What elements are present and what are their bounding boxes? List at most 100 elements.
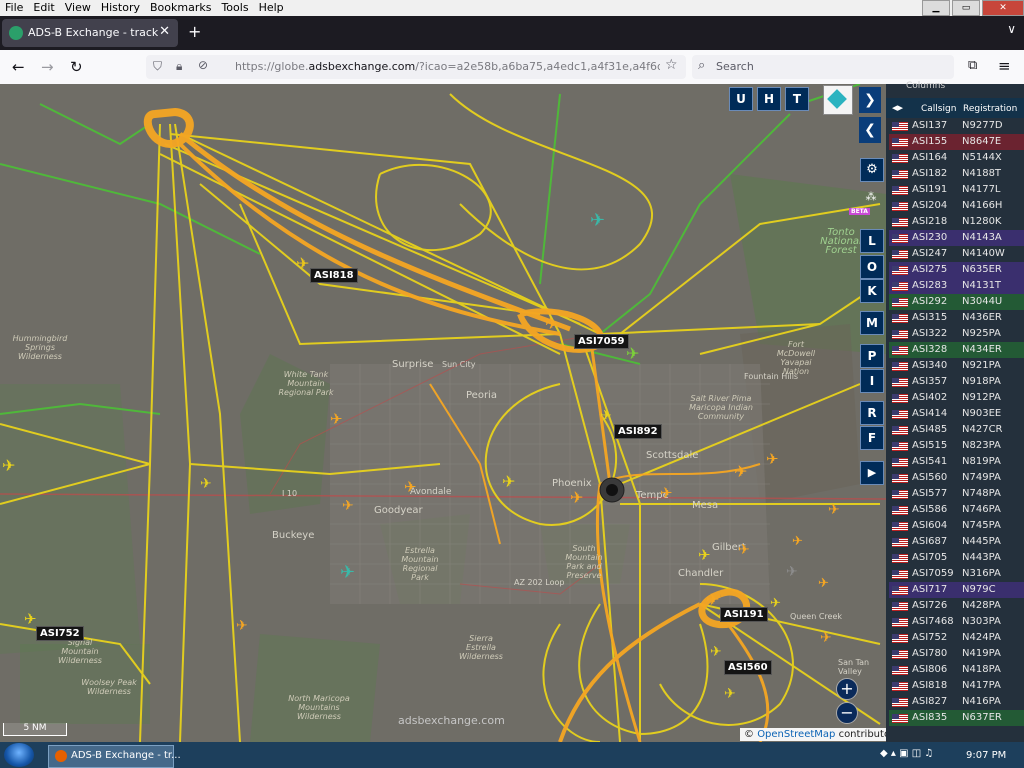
url-text[interactable]: https://globe.adsbexchange.com/?icao=a2e… (235, 60, 660, 73)
aircraft-icon[interactable]: ✈ (660, 484, 673, 502)
table-row[interactable]: ASI155 N8647E (889, 134, 1024, 150)
table-row[interactable]: ASI586 N746PA (889, 502, 1024, 518)
columns-header[interactable]: Columns (886, 81, 1024, 94)
map-button-h[interactable]: H (757, 87, 781, 111)
menu-edit[interactable]: Edit (28, 0, 59, 16)
table-row[interactable]: ASI328 N434ER (889, 342, 1024, 358)
table-row[interactable]: ASI7059 N316PA (889, 566, 1024, 582)
aircraft-icon[interactable]: ✈ (724, 686, 736, 702)
aircraft-icon[interactable]: ✈ (770, 596, 781, 611)
aircraft-icon[interactable]: ✈ (570, 488, 583, 507)
table-row[interactable]: ASI485 N427CR (889, 422, 1024, 438)
table-row[interactable]: ASI414 N903EE (889, 406, 1024, 422)
aircraft-icon[interactable]: ✈ (340, 562, 355, 583)
menu-file[interactable]: File (0, 0, 28, 16)
aircraft-icon[interactable]: ✈ (342, 498, 354, 514)
openstreetmap-link[interactable]: OpenStreetMap (757, 729, 835, 740)
close-tab-icon[interactable]: ✕ (159, 24, 170, 39)
table-row[interactable]: ASI230 N4143A (889, 230, 1024, 246)
menu-help[interactable]: Help (254, 0, 289, 16)
aircraft-icon[interactable]: ✈ (706, 590, 719, 609)
map-button-f[interactable]: F (860, 426, 884, 450)
reload-button[interactable]: ↻ (70, 58, 83, 76)
permissions-icon[interactable]: ⊘ (198, 58, 208, 72)
table-row[interactable]: ASI322 N925PA (889, 326, 1024, 342)
table-row[interactable]: ASI752 N424PA (889, 630, 1024, 646)
layers-icon[interactable] (823, 85, 853, 115)
menu-view[interactable]: View (60, 0, 96, 16)
aircraft-icon[interactable]: ✈ (828, 502, 840, 518)
table-row[interactable]: ASI827 N416PA (889, 694, 1024, 710)
table-row[interactable]: ASI541 N819PA (889, 454, 1024, 470)
aircraft-icon[interactable]: ✈ (766, 450, 779, 468)
extensions-icon[interactable]: ⧉ (968, 58, 977, 73)
table-row[interactable]: ASI577 N748PA (889, 486, 1024, 502)
table-row[interactable]: ASI780 N419PA (889, 646, 1024, 662)
aircraft-icon[interactable]: ✈ (404, 478, 417, 496)
aircraft-label[interactable]: ASI752 (36, 626, 84, 641)
tracking-protection-icon[interactable]: ⛉ (153, 59, 162, 74)
menu-tools[interactable]: Tools (216, 0, 253, 16)
aircraft-icon[interactable]: ✈ (590, 210, 605, 231)
table-row[interactable]: ASI204 N4166H (889, 198, 1024, 214)
collapse-sidebar-icon[interactable]: ❮ (859, 117, 881, 143)
aircraft-icon[interactable]: ✈ (820, 630, 832, 646)
table-row[interactable]: ASI137 N9277D (889, 118, 1024, 134)
registration-column-header[interactable]: Registration (963, 104, 1017, 114)
aircraft-icon[interactable]: ✈ (792, 534, 803, 549)
aircraft-label[interactable]: ASI7059 (574, 334, 629, 349)
maximize-button[interactable]: ▭ (952, 0, 980, 16)
aircraft-icon[interactable]: ✈ (296, 254, 309, 273)
clock[interactable]: 9:07 PM (966, 750, 1006, 761)
table-row[interactable]: ASI357 N918PA (889, 374, 1024, 390)
zoom-out-button[interactable]: − (836, 702, 858, 724)
aircraft-icon[interactable]: ✈ (545, 314, 558, 333)
aircraft-label[interactable]: ASI818 (310, 268, 358, 283)
table-row[interactable]: ASI340 N921PA (889, 358, 1024, 374)
map-button-u[interactable]: U (729, 87, 753, 111)
table-row[interactable]: ASI806 N418PA (889, 662, 1024, 678)
table-row[interactable]: ASI818 N417PA (889, 678, 1024, 694)
map-button-o[interactable]: O (860, 255, 884, 279)
table-row[interactable]: ASI7468 N303PA (889, 614, 1024, 630)
table-row[interactable]: ASI560 N749PA (889, 470, 1024, 486)
aircraft-icon[interactable]: ✈ (2, 456, 15, 475)
taskbar-firefox-item[interactable]: ADS-B Exchange - tr... (48, 745, 181, 768)
table-row[interactable]: ASI164 N5144X (889, 150, 1024, 166)
search-bar[interactable]: ⌕ Search (692, 55, 954, 79)
bookmark-star-icon[interactable]: ☆ (665, 57, 678, 73)
aircraft-icon[interactable]: ✈ (734, 462, 747, 481)
menu-history[interactable]: History (96, 0, 145, 16)
map-button-t[interactable]: T (785, 87, 809, 111)
table-row[interactable]: ASI275 N635ER (889, 262, 1024, 278)
aircraft-icon[interactable]: ✈ (698, 546, 711, 564)
aircraft-icon[interactable]: ✈ (786, 564, 798, 580)
forward-button[interactable]: → (41, 58, 54, 76)
map-button-m[interactable]: M (860, 311, 884, 335)
map-button-k[interactable]: K (860, 279, 884, 303)
flight-map[interactable]: Surprise Sun City Peoria Goodyear Buckey… (0, 84, 886, 742)
aircraft-label[interactable]: ASI560 (724, 660, 772, 675)
aircraft-icon[interactable]: ✈ (738, 542, 750, 558)
replay-icon[interactable]: ▶ (860, 461, 884, 485)
close-window-button[interactable]: ✕ (982, 0, 1024, 16)
table-row[interactable]: ASI717 N979C (889, 582, 1024, 598)
menu-bookmarks[interactable]: Bookmarks (145, 0, 216, 16)
table-row[interactable]: ASI515 N823PA (889, 438, 1024, 454)
resize-arrows-icon[interactable]: ◂▸ (892, 101, 903, 114)
aircraft-icon[interactable]: ✈ (710, 644, 722, 660)
map-button-i[interactable]: I (860, 369, 884, 393)
table-row[interactable]: ASI218 N1280K (889, 214, 1024, 230)
aircraft-label[interactable]: ASI191 (720, 607, 768, 622)
aircraft-icon[interactable]: ✈ (24, 610, 37, 628)
table-row[interactable]: ASI315 N436ER (889, 310, 1024, 326)
table-row[interactable]: ASI687 N445PA (889, 534, 1024, 550)
settings-gear-icon[interactable]: ⚙ (860, 158, 884, 182)
minimize-button[interactable]: ▁ (922, 0, 950, 16)
aircraft-icon[interactable]: ✈ (236, 618, 248, 634)
map-button-r[interactable]: R (860, 401, 884, 425)
table-row[interactable]: ASI247 N4140W (889, 246, 1024, 262)
back-button[interactable]: ← (12, 58, 25, 76)
table-row[interactable]: ASI604 N745PA (889, 518, 1024, 534)
table-row[interactable]: ASI726 N428PA (889, 598, 1024, 614)
